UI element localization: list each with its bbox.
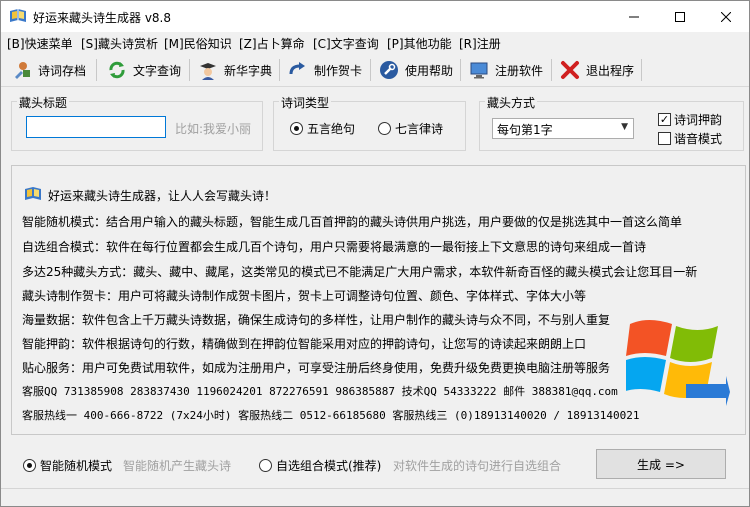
radio-seven-char[interactable]: 七言律诗	[378, 120, 443, 137]
minimize-icon	[629, 16, 639, 17]
menu-bar: [B]快速菜单 [S]藏头诗赏析 [M]民俗知识 [Z]占卜算命 [C]文字查询…	[1, 32, 749, 52]
title-group-label: 藏头标题	[17, 94, 70, 111]
text-query-label: 文字查询	[133, 63, 182, 78]
method-group-label: 藏头方式	[485, 94, 538, 111]
radio-dot	[378, 122, 391, 135]
exit-button[interactable]: 退出程序	[559, 56, 634, 84]
windows-flag-logo	[622, 314, 730, 409]
rhyme-checkbox[interactable]: ✓ 诗词押韵	[658, 111, 722, 128]
app-window: 好运来藏头诗生成器 v8.8 [B]快速菜单 [S]藏头诗赏析 [M]民俗知识 …	[0, 0, 750, 507]
radio-smart-random-label: 智能随机模式	[40, 459, 113, 473]
info-line: 自选组合模式：软件在每行位置都会生成几百个诗句，用户只需要将最满意的一最衔接上下…	[22, 240, 647, 254]
menu-folk[interactable]: [M]民俗知识	[164, 35, 232, 52]
app-book-icon	[9, 8, 27, 24]
greeting-card-button[interactable]: 制作贺卡	[287, 56, 362, 84]
radio-dot-checked	[290, 122, 303, 135]
maximize-button[interactable]	[657, 1, 703, 32]
register-button[interactable]: 注册软件	[468, 56, 543, 84]
close-button[interactable]	[703, 1, 749, 32]
info-line: 智能押韵：软件根据诗句的行数，精确做到在押韵位智能采用对应的押韵诗句，让您写的诗…	[22, 337, 587, 351]
info-line: 智能随机模式：结合用户输入的藏头标题，智能生成几百首押韵的藏头诗供用户挑选，用户…	[22, 215, 683, 229]
exit-label: 退出程序	[586, 63, 635, 78]
homophone-checkbox[interactable]: 谐音模式	[658, 130, 722, 147]
toolbar-divider	[96, 59, 97, 81]
menu-other[interactable]: [P]其他功能	[387, 35, 452, 52]
toolbar-divider	[279, 59, 280, 81]
dictionary-label: 新华字典	[224, 63, 273, 78]
toolbar-divider	[189, 59, 190, 81]
toolbar: 诗词存档 文字查询 新华字典 制作贺卡 使用帮助 注册软件 退出程序	[1, 53, 749, 87]
title-input[interactable]	[26, 116, 166, 138]
contact-hotline-line: 客服热线一 400-666-8722 (7x24小时) 客服热线二 0512-6…	[22, 409, 640, 422]
radio-custom-combo-label: 自选组合模式(推荐)	[276, 459, 382, 473]
generate-button-label: 生成 =>	[637, 457, 685, 472]
info-line: 藏头诗制作贺卡：用户可将藏头诗制作成贺卡图片，贺卡上可调整诗句位置、颜色、字体样…	[22, 289, 587, 303]
radio-dot-checked	[23, 459, 36, 472]
archive-label: 诗词存档	[38, 63, 87, 78]
status-bar	[1, 488, 749, 506]
radio-custom-combo[interactable]: 自选组合模式(推荐)	[259, 457, 381, 474]
wrench-icon	[378, 59, 400, 81]
greeting-card-label: 制作贺卡	[314, 63, 363, 78]
text-query-button[interactable]: 文字查询	[106, 56, 181, 84]
archive-button[interactable]: 诗词存档	[11, 56, 86, 84]
refresh-icon	[106, 59, 128, 81]
window-title: 好运来藏头诗生成器 v8.8	[33, 11, 172, 25]
help-label: 使用帮助	[405, 63, 454, 78]
radio-dot	[259, 459, 272, 472]
contact-qq-line: 客服QQ 731385908 283837430 1196024201 8722…	[22, 385, 618, 398]
smart-random-hint: 智能随机产生藏头诗	[123, 459, 232, 473]
title-bar: 好运来藏头诗生成器 v8.8	[1, 1, 749, 32]
scholar-icon	[197, 59, 219, 81]
minimize-button[interactable]	[611, 1, 657, 32]
type-group-label: 诗词类型	[279, 94, 332, 111]
checkbox-unchecked-icon	[658, 132, 671, 145]
homophone-checkbox-label: 谐音模式	[674, 132, 723, 146]
menu-quick[interactable]: [B]快速菜单	[7, 35, 73, 52]
register-label: 注册软件	[495, 63, 544, 78]
menu-divination[interactable]: [Z]占卜算命	[239, 35, 305, 52]
generate-button[interactable]: 生成 =>	[596, 449, 726, 479]
custom-combo-hint: 对软件生成的诗句进行自选组合	[393, 459, 562, 473]
menu-appreciation[interactable]: [S]藏头诗赏析	[81, 35, 158, 52]
rhyme-checkbox-label: 诗词押韵	[674, 113, 723, 127]
radio-five-char-label: 五言绝句	[307, 122, 356, 136]
radio-seven-char-label: 七言律诗	[395, 122, 444, 136]
toolbar-divider	[460, 59, 461, 81]
method-select[interactable]: 每句第1字 ▼	[492, 118, 634, 139]
maximize-icon	[675, 11, 685, 22]
chevron-down-icon: ▼	[621, 122, 628, 132]
info-headline: 好运来藏头诗生成器，让人人会写藏头诗！	[48, 189, 277, 203]
app-book-icon	[24, 186, 42, 205]
method-select-value: 每句第1字	[497, 123, 553, 137]
redo-icon	[287, 59, 309, 81]
exit-x-icon	[559, 59, 581, 81]
radio-smart-random[interactable]: 智能随机模式	[23, 457, 112, 474]
monitor-icon	[468, 59, 490, 81]
info-panel: 好运来藏头诗生成器，让人人会写藏头诗！ 智能随机模式：结合用户输入的藏头标题，智…	[11, 165, 746, 435]
toolbar-divider	[641, 59, 642, 81]
info-line: 贴心服务：用户可免费试用软件，如成为注册用户，可享受注册后终身使用，免费升级免费…	[22, 361, 611, 375]
info-line: 海量数据：软件包含上千万藏头诗数据，确保生成诗句的多样性，让用户制作的藏头诗与众…	[22, 313, 611, 327]
menu-text-query[interactable]: [C]文字查询	[313, 35, 379, 52]
toolbar-divider	[370, 59, 371, 81]
checkbox-checked-icon: ✓	[658, 113, 671, 126]
title-placeholder-hint: 比如:我爱小丽	[175, 122, 252, 136]
menu-register[interactable]: [R]注册	[459, 35, 501, 52]
radio-five-char[interactable]: 五言绝句	[290, 120, 355, 137]
dictionary-button[interactable]: 新华字典	[197, 56, 272, 84]
close-icon	[721, 11, 731, 22]
info-line: 多达25种藏头方式：藏头、藏中、藏尾，这类常见的模式已不能满足广大用户需求，本软…	[22, 265, 698, 279]
toolbar-divider	[551, 59, 552, 81]
save-icon	[11, 59, 33, 81]
help-button[interactable]: 使用帮助	[378, 56, 453, 84]
